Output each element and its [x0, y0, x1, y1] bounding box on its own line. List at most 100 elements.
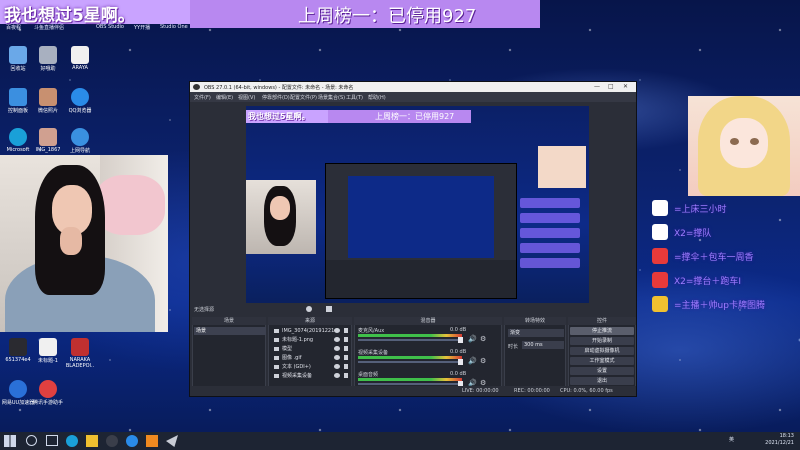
speaker-icon[interactable]: 🔊 [468, 335, 477, 343]
menu-edit[interactable]: 编辑(E) [216, 94, 233, 101]
desktop-label[interactable]: OBS Studio [96, 24, 124, 30]
maximize-icon[interactable]: □ [608, 83, 614, 90]
source-item[interactable]: 模型 [274, 345, 350, 353]
preview-webcam [246, 180, 316, 254]
visibility-icon[interactable] [334, 364, 340, 369]
preview-toolbar: 无选择源 [190, 304, 636, 315]
source-item[interactable]: 未标题-1.png [274, 336, 350, 344]
menu-scene-collection[interactable]: 场景集合(S) [318, 94, 345, 101]
browser-icon[interactable] [126, 435, 138, 447]
fader-knob[interactable] [458, 337, 463, 343]
source-label: 未标题-1.png [282, 337, 314, 343]
lock-icon[interactable] [344, 346, 348, 351]
duration-value: 300 ms [524, 342, 543, 348]
menu-file[interactable]: 文件(F) [194, 94, 211, 101]
exit-button[interactable]: 退出 [570, 377, 634, 385]
obs-preview[interactable]: 我也想过5星啊。 上周榜一：已停用927 [246, 106, 589, 303]
volume-fader[interactable] [358, 339, 462, 341]
desktop-label[interactable]: 百夜程 [6, 24, 21, 31]
minimize-icon[interactable]: — [594, 83, 600, 90]
sources-header: 来源 [268, 317, 352, 325]
stop-streaming-button[interactable]: 停止推流 [570, 327, 634, 335]
anime-eye-left [730, 138, 739, 145]
desktop-icon-tencent[interactable]: 腾讯手游助手 [30, 380, 66, 406]
clock-date[interactable]: 2021/12/21 [765, 440, 794, 447]
task-view-icon[interactable] [46, 435, 58, 446]
start-icon[interactable] [4, 435, 16, 447]
file-explorer-icon[interactable] [86, 435, 98, 447]
ime-indicator[interactable]: 英 [729, 437, 734, 444]
desktop-icon-qq-browser[interactable]: QQ浏览器 [62, 88, 98, 114]
menu-view[interactable]: 视图(V) [238, 94, 255, 101]
volume-meter [358, 334, 462, 337]
mixer-header: 混音器 [354, 317, 502, 325]
desktop-icon-img[interactable]: IMG_1867 [30, 128, 66, 153]
desktop-icon-ie[interactable]: 上网导航 [62, 128, 98, 154]
volume-fader[interactable] [358, 383, 462, 385]
no-source-selected-label: 无选择源 [194, 307, 215, 313]
search-icon[interactable] [26, 435, 37, 446]
start-virtual-camera-button[interactable]: 启动虚拟摄像机 [570, 347, 634, 355]
settings-button[interactable]: 设置 [570, 367, 634, 375]
fader-knob[interactable] [458, 359, 463, 365]
speaker-icon[interactable]: 🔊 [468, 357, 477, 365]
close-icon[interactable]: ✕ [623, 83, 628, 90]
lock-icon[interactable] [344, 328, 348, 333]
clock-time[interactable]: 18:13 [765, 433, 794, 440]
lock-icon[interactable] [344, 373, 348, 378]
lock-icon[interactable] [344, 337, 348, 342]
feather-icon[interactable] [166, 435, 178, 447]
volume-fader[interactable] [358, 361, 462, 363]
rocket-icon [652, 248, 668, 264]
transition-select[interactable]: 渐变 [508, 329, 564, 337]
start-recording-button[interactable]: 开始录制 [570, 337, 634, 345]
desktop-icon-label: NARAKA BLADEPOI.. [65, 357, 95, 369]
filter-icon[interactable] [326, 306, 332, 312]
nested-dock-area [326, 260, 516, 298]
edge-icon[interactable] [66, 435, 78, 447]
visibility-icon[interactable] [334, 328, 340, 333]
preview-overlay-center: 上周榜一：已停用927 [328, 110, 471, 123]
gear-icon[interactable] [306, 306, 312, 312]
menu-tools[interactable]: 工具(T) [346, 94, 363, 101]
obs-taskbar-icon[interactable] [106, 435, 118, 447]
channel-name: 桌面音频 [358, 372, 379, 378]
obs-window[interactable]: OBS 27.0.1 (64-bit, windows) - 配置文件: 未命名… [190, 82, 636, 396]
preview-anime-overlay [538, 146, 586, 188]
source-item[interactable]: 视频采集设备 [274, 372, 350, 380]
visibility-icon[interactable] [334, 337, 340, 342]
desktop-icon-photo[interactable]: 微信照片 [30, 88, 66, 114]
preview-overlay-center-text: 上周榜一：已停用927 [375, 112, 455, 121]
source-item[interactable]: 图像 .gif [274, 354, 350, 362]
gear-icon[interactable]: ⚙ [480, 357, 486, 365]
controls-dock: 控件 停止推流 开始录制 启动虚拟摄像机 工作室模式 设置 退出 [568, 317, 636, 396]
desktop-label[interactable]: YY开播 [134, 24, 150, 31]
desktop-label[interactable]: Studio One [160, 24, 188, 30]
menu-docks[interactable]: 停靠部件(D) [262, 94, 290, 101]
visibility-icon[interactable] [334, 346, 340, 351]
studio-mode-button[interactable]: 工作室模式 [570, 357, 634, 365]
app-taskbar-icon[interactable] [146, 435, 158, 447]
source-label: 图像 .gif [282, 355, 302, 361]
desktop-label[interactable]: 斗鱼直播伴侣 [34, 24, 64, 31]
menu-profile[interactable]: 配置文件(P) [290, 94, 317, 101]
recycle-bin-icon [9, 46, 27, 64]
desktop-icon-naraka[interactable]: NARAKA BLADEPOI.. [62, 338, 98, 369]
desktop-icon-app[interactable]: 好哦助 [30, 46, 66, 72]
visibility-icon[interactable] [334, 373, 340, 378]
duration-input[interactable]: 300 ms [522, 341, 564, 349]
source-item[interactable]: IMG_3074(20191221... [274, 327, 350, 335]
menu-help[interactable]: 帮助(H) [368, 94, 386, 101]
lock-icon[interactable] [344, 364, 348, 369]
gear-icon[interactable]: ⚙ [480, 335, 486, 343]
scene-item[interactable]: 场景 [194, 327, 266, 335]
visibility-icon[interactable] [334, 355, 340, 360]
desktop-icon-araya[interactable]: ARAYA [62, 46, 98, 71]
system-tray: 英 18:13 2021/12/21 [729, 433, 794, 447]
lock-icon[interactable] [344, 355, 348, 360]
gift-badge-label: =主播＋帅up卡牌图腾 [674, 301, 765, 311]
overlay-left-text: 我也想过5星啊。 [4, 6, 135, 26]
desktop-icon-psd[interactable]: 未标题-1 [30, 338, 66, 364]
obs-title-bar[interactable]: OBS 27.0.1 (64-bit, windows) - 配置文件: 未命名… [190, 82, 636, 92]
source-item[interactable]: 文本 (GDI+) [274, 363, 350, 371]
